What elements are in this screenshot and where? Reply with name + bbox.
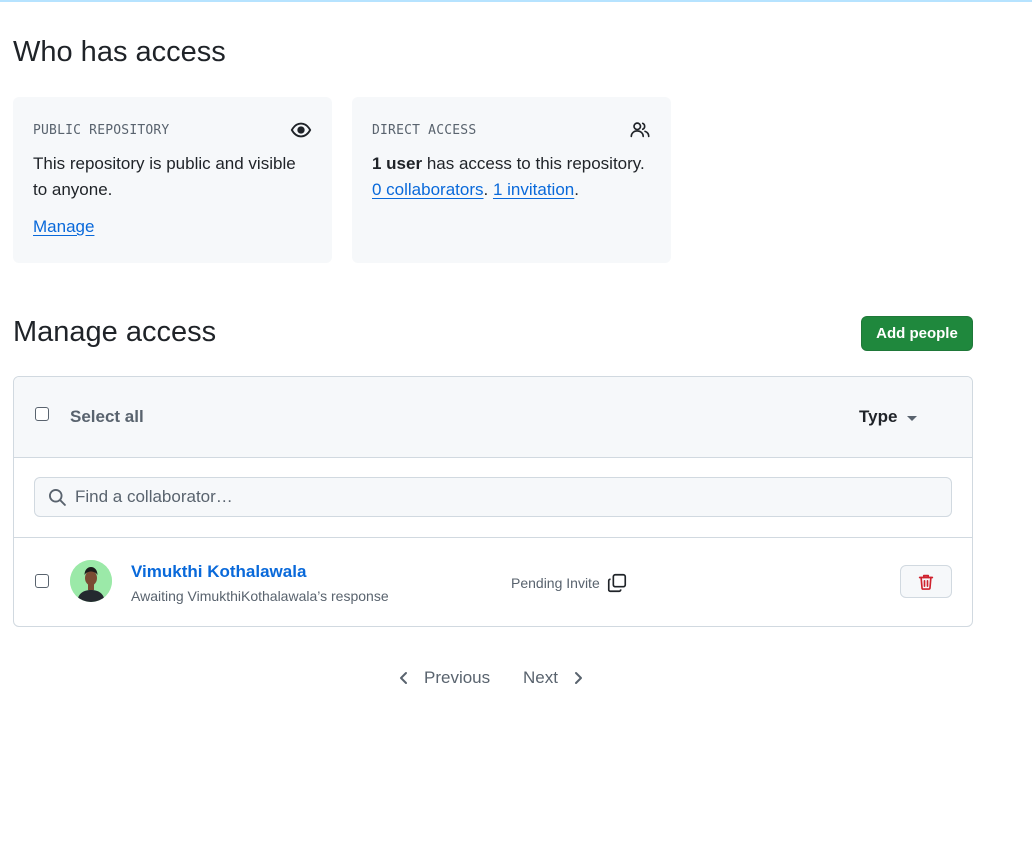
next-page-button[interactable]: Next bbox=[523, 668, 586, 688]
public-card-text: This repository is public and visible to… bbox=[33, 154, 296, 199]
collaborator-row: Vimukthi Kothalawala Awaiting VimukthiKo… bbox=[14, 538, 972, 626]
pending-invite-status: Pending Invite bbox=[511, 572, 628, 594]
select-all-checkbox[interactable] bbox=[35, 407, 49, 421]
search-icon bbox=[47, 487, 67, 507]
people-icon bbox=[629, 119, 651, 141]
direct-card-header: DIRECT ACCESS bbox=[372, 119, 651, 141]
pending-invite-label: Pending Invite bbox=[511, 575, 600, 591]
type-filter-dropdown[interactable]: Type bbox=[859, 407, 918, 427]
select-all-label[interactable]: Select all bbox=[70, 407, 144, 427]
collaborator-row-checkbox[interactable] bbox=[35, 574, 49, 588]
direct-card-text: 1 user has access to this repository. 0 … bbox=[372, 151, 653, 203]
who-has-access-heading: Who has access bbox=[13, 36, 226, 68]
add-people-button[interactable]: Add people bbox=[861, 316, 973, 351]
public-repository-card: PUBLIC REPOSITORY This repository is pub… bbox=[13, 97, 332, 263]
remove-collaborator-button[interactable] bbox=[900, 565, 952, 598]
find-collaborator-input[interactable] bbox=[75, 487, 935, 507]
direct-card-label: DIRECT ACCESS bbox=[372, 122, 477, 138]
public-card-header: PUBLIC REPOSITORY bbox=[33, 119, 312, 141]
user-count: 1 user bbox=[372, 154, 423, 173]
sentence-end: . bbox=[574, 180, 579, 199]
previous-label: Previous bbox=[424, 668, 491, 687]
invitation-link[interactable]: 1 invitation bbox=[493, 180, 574, 199]
search-row bbox=[14, 458, 972, 538]
direct-access-card: DIRECT ACCESS 1 user has access to this … bbox=[352, 97, 671, 263]
chevron-right-icon bbox=[570, 670, 586, 686]
collaborators-box: Select all Type Find a collaborator… Vim… bbox=[13, 376, 973, 627]
trash-icon bbox=[917, 573, 935, 591]
collaborator-name-link[interactable]: Vimukthi Kothalawala bbox=[131, 562, 306, 582]
copy-icon[interactable] bbox=[606, 572, 628, 594]
user-count-suffix: has access to this repository. bbox=[422, 154, 645, 173]
search-field[interactable] bbox=[34, 477, 952, 517]
link-separator: . bbox=[483, 180, 493, 199]
caret-down-icon bbox=[907, 415, 918, 421]
type-filter-label: Type bbox=[859, 407, 898, 426]
eye-icon bbox=[290, 119, 312, 141]
chevron-left-icon bbox=[396, 670, 412, 686]
manage-access-heading: Manage access bbox=[13, 316, 217, 348]
collaborators-link[interactable]: 0 collaborators bbox=[372, 180, 484, 199]
top-border bbox=[0, 0, 1032, 2]
previous-page-button[interactable]: Previous bbox=[396, 668, 490, 688]
collaborator-subtitle: Awaiting VimukthiKothalawala’s response bbox=[131, 588, 389, 604]
next-label: Next bbox=[523, 668, 558, 687]
manage-visibility-link[interactable]: Manage bbox=[33, 217, 94, 237]
avatar[interactable] bbox=[70, 560, 112, 602]
collaborators-box-header: Select all Type bbox=[14, 377, 972, 458]
public-card-label: PUBLIC REPOSITORY bbox=[33, 122, 170, 138]
